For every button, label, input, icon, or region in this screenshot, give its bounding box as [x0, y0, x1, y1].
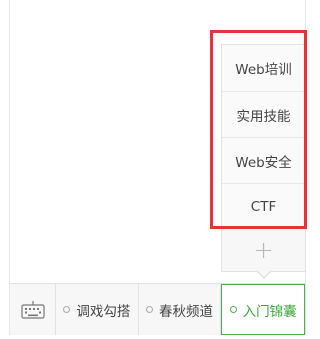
- submenu-item-label: Web培训: [235, 62, 292, 78]
- menu-button-channel[interactable]: 春秋频道: [139, 284, 222, 335]
- menu-button-label: 调戏勾搭: [76, 303, 131, 320]
- caret-pointer: [258, 271, 270, 277]
- dot-icon: [63, 306, 71, 313]
- menu-button-beginner-guide[interactable]: 入门锦囊: [221, 284, 306, 335]
- bottom-menu-bar: 调戏勾搭 春秋频道 入门锦囊: [9, 283, 306, 335]
- expand-toggle[interactable]: +: [221, 228, 306, 272]
- submenu-panel: Web培训 实用技能 Web安全 CTF: [221, 44, 306, 230]
- submenu-item-web-security[interactable]: Web安全: [222, 137, 305, 183]
- keyboard-toggle-button[interactable]: [10, 284, 56, 335]
- submenu-item-label: 实用技能: [236, 108, 291, 125]
- submenu-item-practical-skills[interactable]: 实用技能: [222, 91, 305, 137]
- submenu-item-label: CTF: [250, 198, 277, 215]
- submenu-item-label: Web安全: [235, 154, 292, 171]
- submenu-item-web-training[interactable]: Web培训: [222, 45, 305, 91]
- keyboard-icon: [20, 300, 45, 319]
- dot-icon: [146, 306, 153, 313]
- plus-icon: +: [253, 235, 274, 264]
- menu-button-flirt[interactable]: 调戏勾搭: [56, 284, 139, 335]
- menu-button-label: 春秋频道: [159, 303, 213, 320]
- dot-icon: [229, 306, 237, 313]
- menu-button-label: 入门锦囊: [242, 303, 297, 320]
- submenu-item-ctf[interactable]: CTF: [222, 183, 305, 229]
